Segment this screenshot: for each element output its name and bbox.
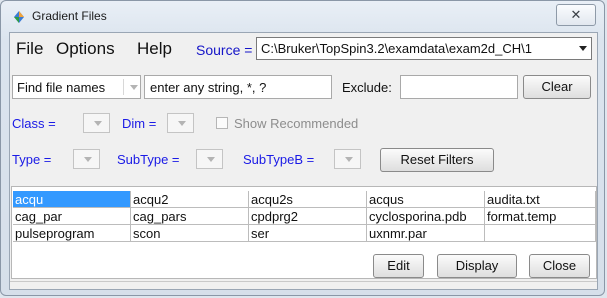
search-input[interactable]: enter any string, *, ? (144, 75, 332, 99)
clear-button[interactable]: Clear (523, 75, 591, 99)
edit-button[interactable]: Edit (373, 254, 424, 278)
source-label: Source = (196, 42, 253, 58)
chevron-down-icon (94, 121, 102, 126)
subtype-label: SubType = (117, 152, 180, 167)
file-cell[interactable]: acqu2 (131, 191, 249, 208)
table-row: pulseprogram scon ser uxnmr.par (12, 225, 607, 242)
chevron-down-icon (84, 157, 92, 162)
file-cell[interactable] (485, 225, 596, 242)
find-mode-value: Find file names (17, 80, 106, 95)
exclude-input[interactable] (400, 75, 518, 99)
chevron-down-icon (345, 157, 353, 162)
window-title: Gradient Files (32, 9, 107, 23)
reset-filters-button[interactable]: Reset Filters (380, 148, 494, 172)
file-cell[interactable]: audita.txt (485, 191, 596, 208)
chevron-down-icon (579, 46, 587, 51)
file-cell[interactable]: cpdprg2 (249, 208, 367, 225)
dim-label: Dim = (122, 116, 157, 131)
menu-bar: File Options Help Source = C:\Bruker\Top… (10, 33, 597, 66)
show-recommended-label: Show Recommended (234, 116, 359, 131)
title-bar[interactable]: Gradient Files ✕ (1, 1, 604, 31)
subtype-dropdown[interactable] (196, 149, 223, 169)
close-icon: ✕ (570, 7, 582, 22)
file-cell[interactable]: cag_pars (131, 208, 249, 225)
file-cell[interactable]: format.temp (485, 208, 596, 225)
chevron-down-icon (178, 121, 186, 126)
class-label: Class = (12, 116, 56, 131)
find-mode-dropdown[interactable]: Find file names (12, 75, 141, 99)
class-dropdown[interactable] (83, 113, 110, 133)
dim-dropdown[interactable] (167, 113, 194, 133)
exclude-label: Exclude: (342, 80, 392, 95)
combo-divider (123, 79, 124, 95)
window-close-button[interactable]: ✕ (556, 4, 596, 26)
file-cell[interactable]: uxnmr.par (367, 225, 485, 242)
gradient-files-window: Gradient Files ✕ File Options Help Sourc… (0, 0, 605, 296)
file-cell[interactable]: acqu (13, 191, 131, 208)
file-cell[interactable]: acqu2s (249, 191, 367, 208)
table-row: acqu acqu2 acqu2s acqus audita.txt (12, 191, 607, 208)
source-path-dropdown[interactable]: C:\Bruker\TopSpin3.2\examdata\exam2d_CH\… (256, 37, 592, 60)
file-cell[interactable]: ser (249, 225, 367, 242)
file-cell[interactable]: scon (131, 225, 249, 242)
footer-divider (10, 281, 597, 282)
display-button[interactable]: Display (437, 254, 517, 278)
dialog-body: File Options Help Source = C:\Bruker\Top… (9, 32, 598, 290)
close-button[interactable]: Close (529, 254, 590, 278)
subtypeb-label: SubTypeB = (243, 152, 315, 167)
menu-help[interactable]: Help (137, 39, 172, 59)
menu-options[interactable]: Options (56, 39, 115, 59)
source-path-value: C:\Bruker\TopSpin3.2\examdata\exam2d_CH\… (261, 41, 532, 56)
chevron-down-icon (130, 85, 138, 90)
show-recommended-checkbox[interactable] (216, 117, 228, 129)
type-label: Type = (12, 152, 52, 167)
file-cell[interactable]: cag_par (13, 208, 131, 225)
chevron-down-icon (207, 157, 215, 162)
table-row: cag_par cag_pars cpdprg2 cyclosporina.pd… (12, 208, 607, 225)
subtypeb-dropdown[interactable] (334, 149, 361, 169)
type-dropdown[interactable] (73, 149, 100, 169)
topspin-app-icon (14, 11, 24, 23)
file-cell[interactable]: pulseprogram (13, 225, 131, 242)
menu-file[interactable]: File (16, 39, 43, 59)
file-cell[interactable]: acqus (367, 191, 485, 208)
file-cell[interactable]: cyclosporina.pdb (367, 208, 485, 225)
